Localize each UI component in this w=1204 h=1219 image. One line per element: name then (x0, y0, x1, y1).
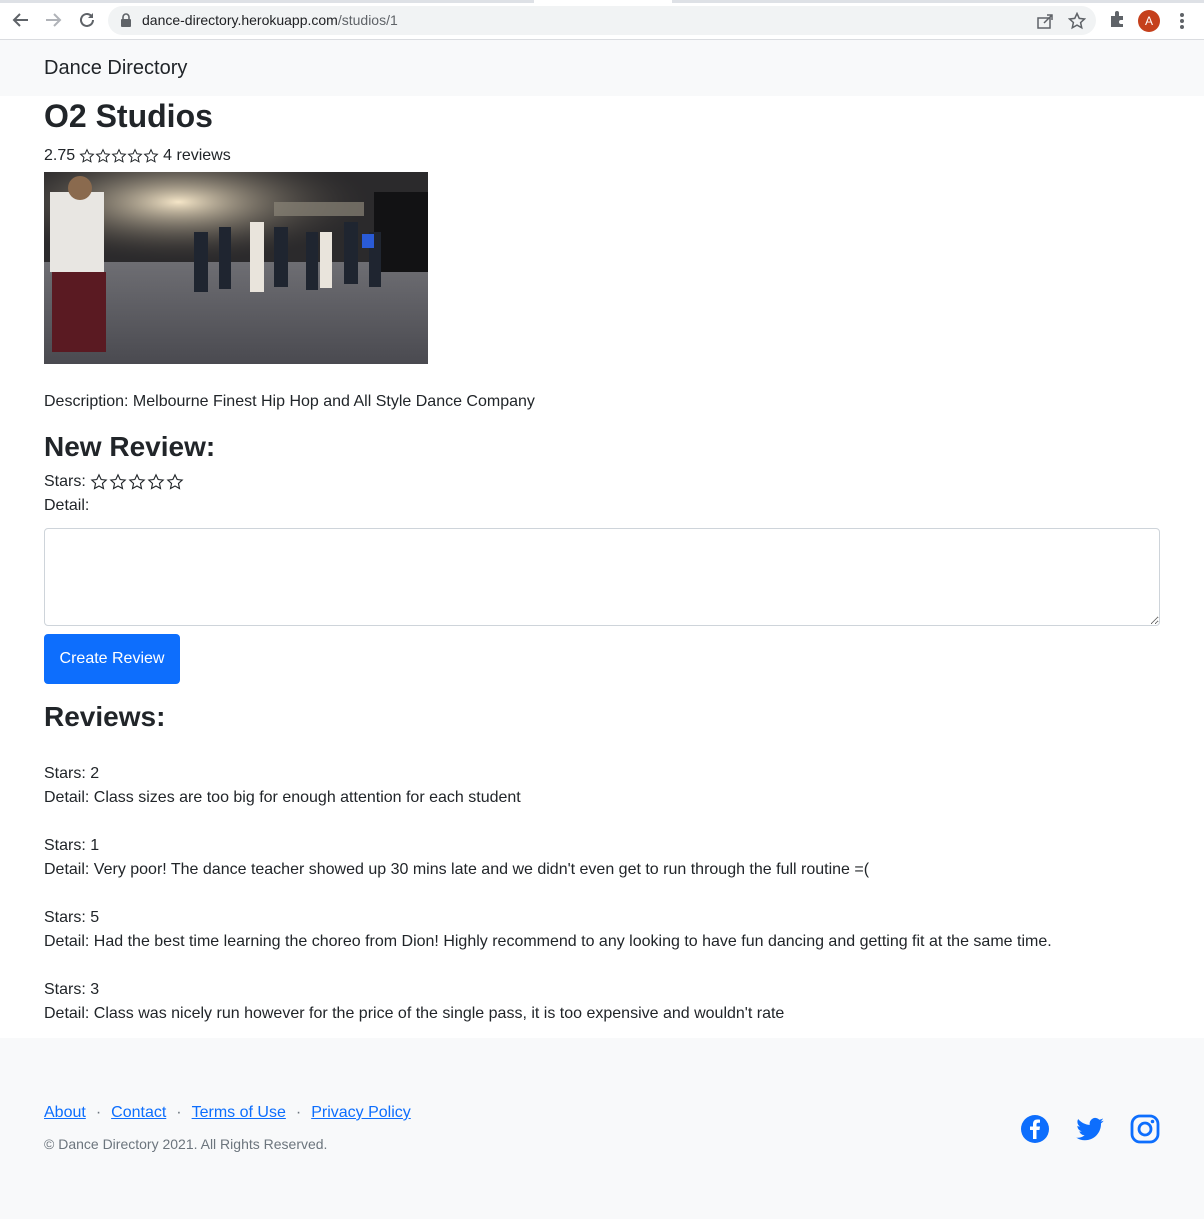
review-stars: Stars: 5 (44, 909, 100, 926)
footer-link-privacy[interactable]: Privacy Policy (311, 1104, 411, 1121)
rating-star-icon (143, 148, 159, 163)
studio-description: Description: Melbourne Finest Hip Hop an… (44, 393, 535, 410)
rating-star-icon (79, 148, 95, 163)
studio-page: O2 Studios 2.75 4 reviews Description: M… (44, 96, 1160, 1026)
review-item: Stars: 5 Detail: Had the best time learn… (44, 906, 1160, 954)
forward-icon[interactable] (42, 9, 64, 31)
reload-icon[interactable] (76, 9, 98, 31)
review-count: 4 reviews (163, 147, 231, 164)
review-stars: Stars: 1 (44, 837, 100, 854)
studio-rating: 2.75 4 reviews (44, 146, 1160, 166)
twitter-icon[interactable] (1075, 1114, 1105, 1144)
tab-edge (0, 0, 534, 3)
review-detail-textarea[interactable] (44, 528, 1160, 626)
star-option-icon[interactable] (147, 473, 165, 491)
stars-label: Stars: (44, 473, 86, 490)
footer-separator: · (176, 1104, 182, 1121)
review-stars: Stars: 2 (44, 765, 100, 782)
rating-star-icon (111, 148, 127, 163)
menu-kebab-icon[interactable] (1176, 10, 1188, 32)
site-footer: About · Contact · Terms of Use · Privacy Polic… (0, 1038, 1204, 1219)
rating-stars (79, 148, 159, 164)
average-rating: 2.75 (44, 147, 76, 164)
star-option-icon[interactable] (109, 473, 127, 491)
footer-links: About · Contact · Terms of Use · Privacy Polic… (44, 1104, 411, 1122)
footer-separator: · (95, 1104, 102, 1121)
facebook-icon[interactable] (1020, 1114, 1050, 1144)
new-review-heading: New Review: (44, 431, 216, 462)
review-detail: Detail: Class was nicely run however for… (44, 1005, 785, 1022)
star-rating-input: Stars: (44, 472, 1160, 492)
review-item: Stars: 1 Detail: Very poor! The dance te… (44, 834, 1160, 882)
back-icon[interactable] (10, 9, 32, 31)
reviews-heading: Reviews: (44, 701, 166, 732)
tab-edge (672, 0, 1204, 3)
address-bar[interactable]: dance-directory.herokuapp.com/studios/1 (108, 6, 1096, 35)
url-text: dance-directory.herokuapp.com/studios/1 (142, 12, 398, 28)
footer-separator: · (295, 1104, 302, 1121)
rating-star-icon (127, 148, 143, 163)
rating-star-icon (95, 148, 111, 163)
review-detail: Detail: Had the best time learning the c… (44, 933, 1052, 950)
footer-link-contact[interactable]: Contact (111, 1104, 166, 1121)
review-detail: Detail: Class sizes are too big for enou… (44, 789, 521, 806)
studio-photo (44, 172, 428, 364)
instagram-icon[interactable] (1130, 1114, 1160, 1144)
extensions-icon[interactable] (1108, 10, 1126, 33)
browser-toolbar: dance-directory.herokuapp.com/studios/1 … (0, 0, 1204, 40)
bookmark-star-icon[interactable] (1067, 11, 1087, 30)
studio-name: O2 Studios (44, 98, 213, 134)
site-navbar: Dance Directory (0, 40, 1204, 96)
lock-icon (120, 13, 132, 32)
star-option-icon[interactable] (90, 473, 108, 491)
brand-link[interactable]: Dance Directory (44, 57, 187, 80)
share-icon[interactable] (1036, 12, 1054, 30)
review-stars: Stars: 3 (44, 981, 100, 998)
star-picker (90, 473, 184, 491)
copyright-text: © Dance Directory 2021. All Rights Reser… (44, 1136, 328, 1152)
footer-link-about[interactable]: About (44, 1104, 86, 1121)
review-item: Stars: 3 Detail: Class was nicely run ho… (44, 978, 1160, 1026)
create-review-button[interactable]: Create Review (44, 634, 180, 684)
reviews-list: Stars: 2 Detail: Class sizes are too big… (44, 762, 1160, 1026)
star-option-icon[interactable] (166, 473, 184, 491)
detail-label: Detail: (44, 497, 90, 514)
star-option-icon[interactable] (128, 473, 146, 491)
profile-avatar[interactable]: A (1138, 10, 1160, 32)
footer-link-terms[interactable]: Terms of Use (192, 1104, 286, 1121)
review-detail: Detail: Very poor! The dance teacher sho… (44, 861, 870, 878)
review-item: Stars: 2 Detail: Class sizes are too big… (44, 762, 1160, 810)
